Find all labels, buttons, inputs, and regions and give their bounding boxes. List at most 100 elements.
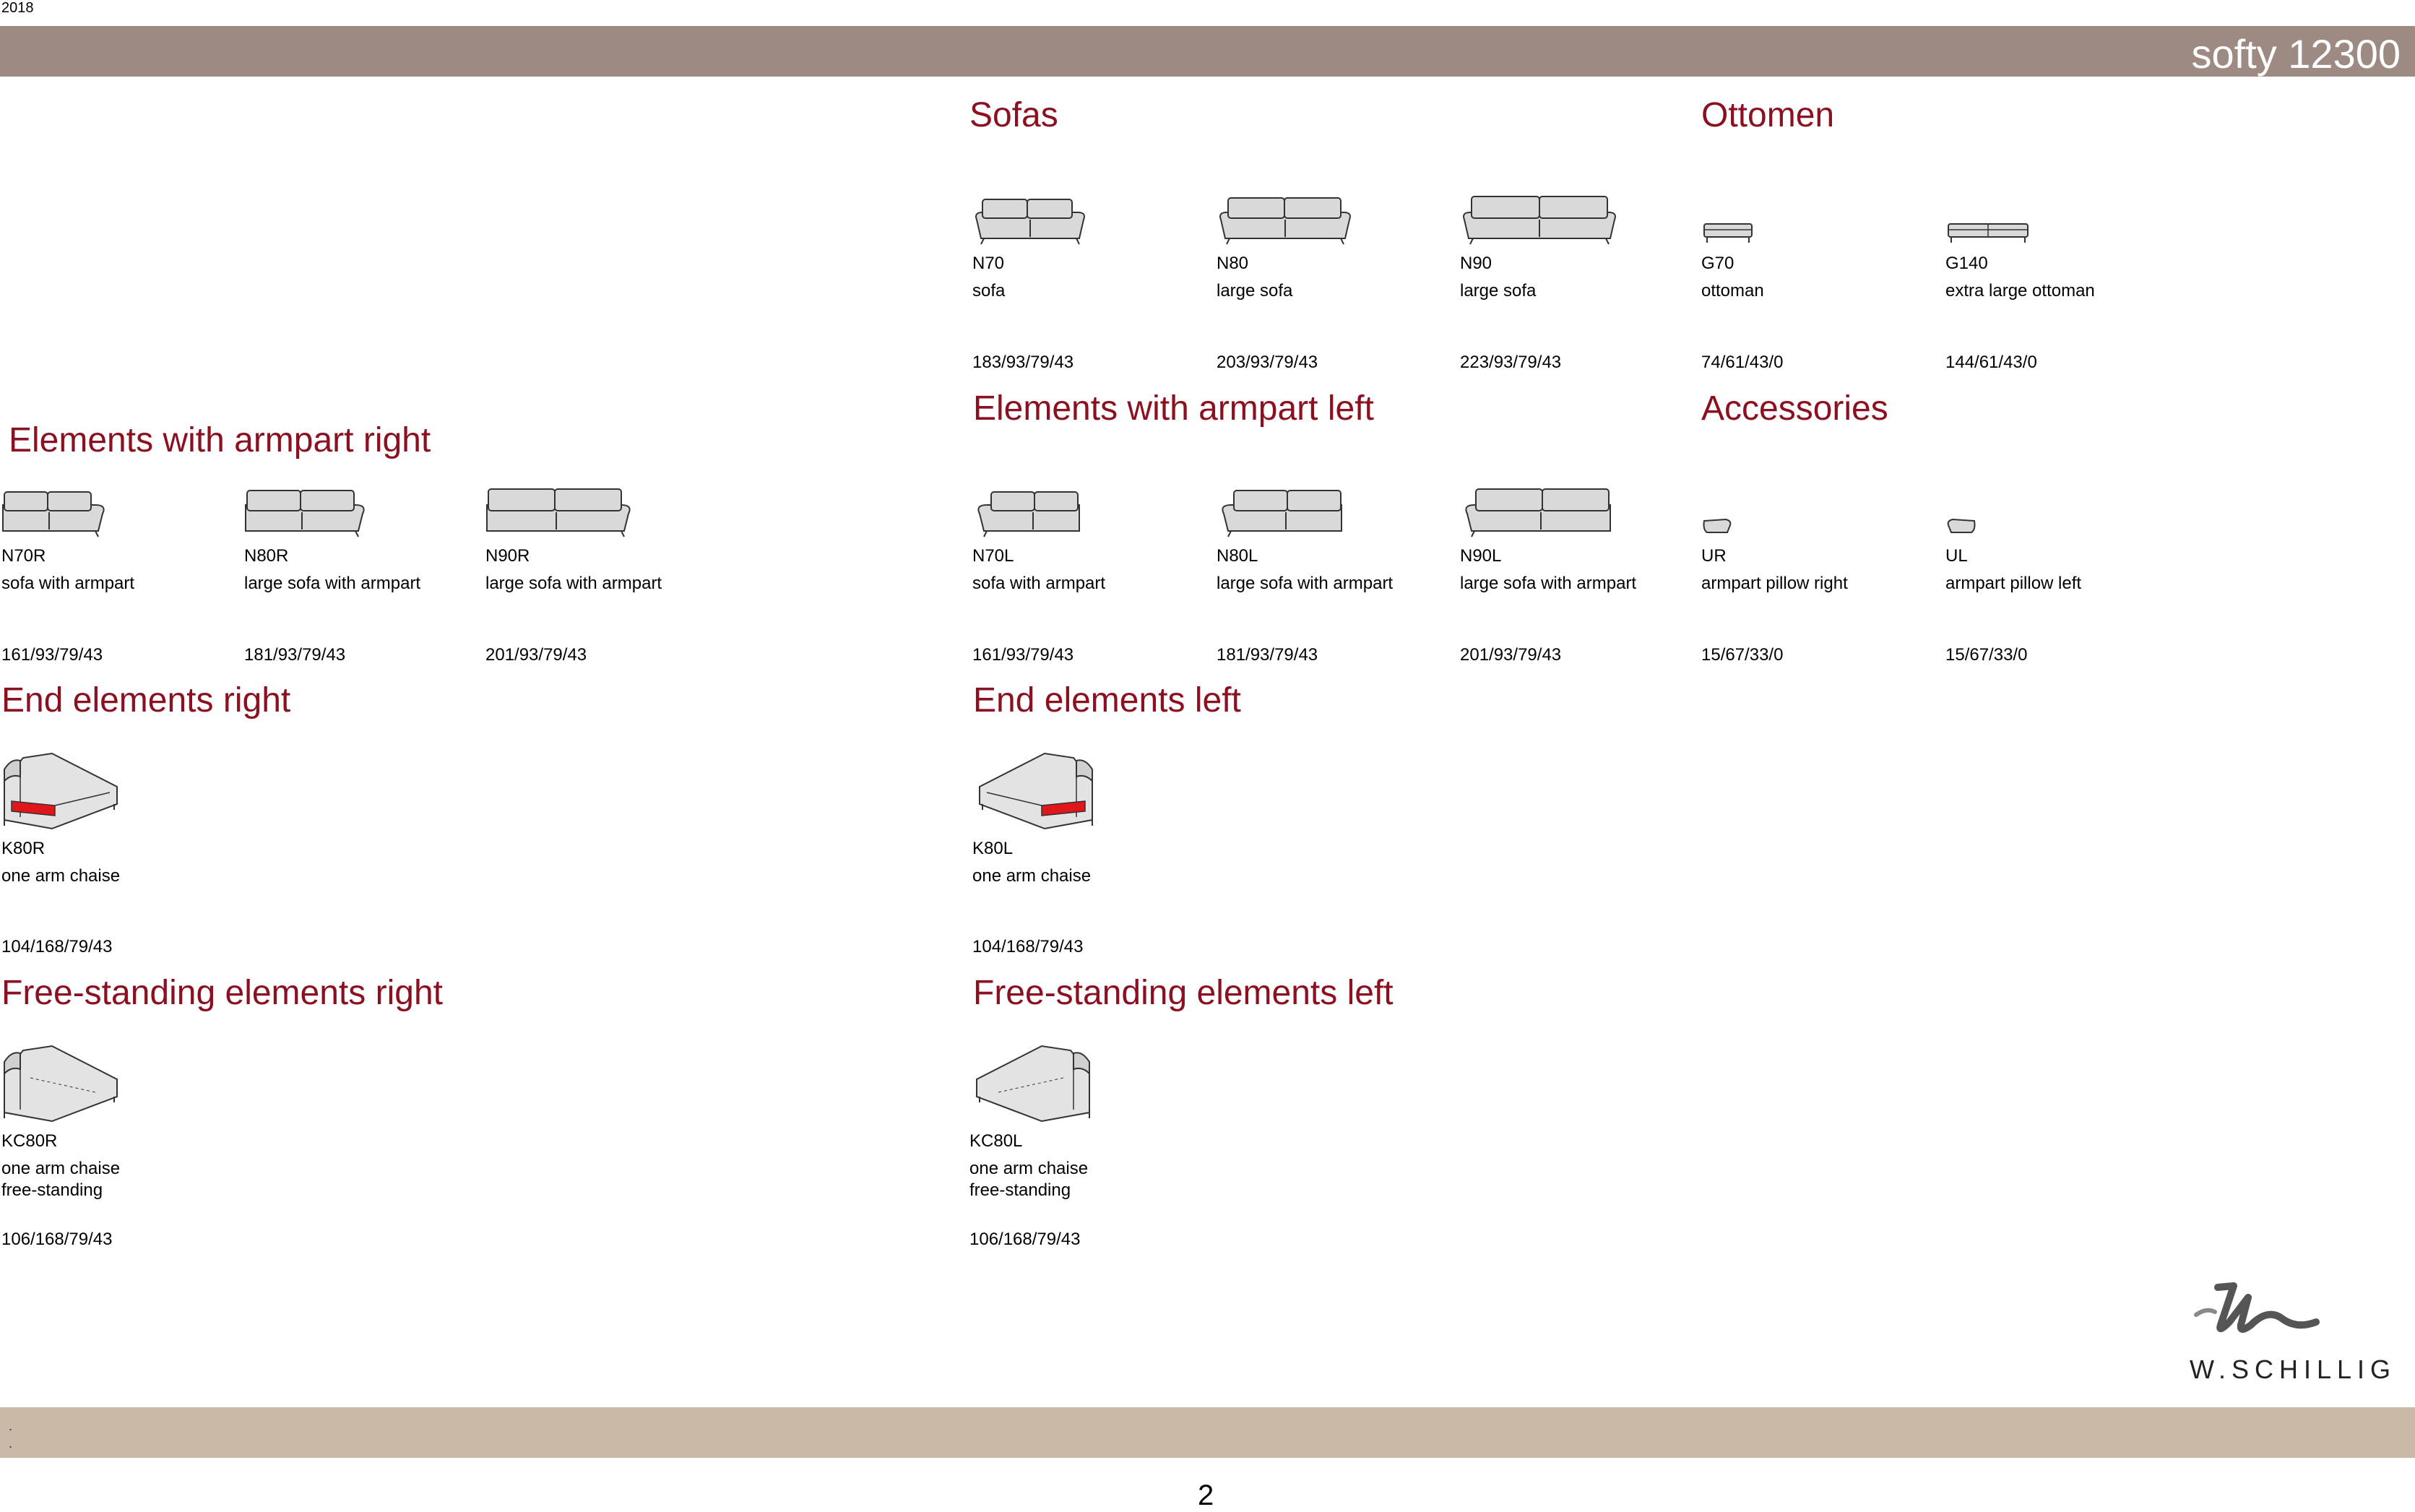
- product-code: UR: [1701, 546, 1727, 566]
- product-k80l: K80L one arm chaise 104/168/79/43: [972, 748, 1211, 956]
- product-description: armpart pillow right: [1701, 574, 1848, 593]
- sofa-n90-drawing: [1460, 181, 1698, 246]
- section-title-accessories: Accessories: [1701, 389, 1888, 428]
- document-title: softy 12300: [2191, 31, 2401, 77]
- section-title-sofas: Sofas: [969, 96, 1058, 134]
- section-title-armpart-left: Elements with armpart left: [973, 389, 1374, 428]
- product-n90l: N90L large sofa with armpart 201/93/79/4…: [1460, 473, 1698, 665]
- section-title-free-left: Free-standing elements left: [973, 974, 1394, 1012]
- section-title-free-right: Free-standing elements right: [1, 974, 443, 1012]
- chaise-kc80l-drawing: [969, 1040, 1208, 1123]
- product-dimensions: 106/168/79/43: [1, 1230, 113, 1249]
- product-code: KC80R: [1, 1131, 58, 1151]
- product-dimensions: 161/93/79/43: [1, 645, 103, 665]
- product-code: N90L: [1460, 546, 1502, 566]
- product-description: large sofa with armpart: [1460, 574, 1637, 593]
- product-n80r: N80R large sofa with armpart 181/93/79/4…: [244, 473, 483, 665]
- product-n70l: N70L sofa with armpart 161/93/79/43: [972, 473, 1211, 665]
- product-n90: N90 large sofa 223/93/79/43: [1460, 181, 1698, 372]
- brand-logo: W.SCHILLIG: [2189, 1279, 2406, 1387]
- product-code: UL: [1945, 546, 1968, 566]
- product-dimensions: 104/168/79/43: [1, 937, 113, 956]
- product-kc80r: KC80R one arm chaise free-standing 106/1…: [1, 1040, 240, 1249]
- product-description-line-2: free-standing: [969, 1180, 1071, 1200]
- product-dimensions: 74/61/43/0: [1701, 353, 1784, 372]
- chaise-k80r-drawing: [1, 748, 240, 831]
- product-code: N70R: [1, 546, 46, 566]
- brand-logo-text: W.SCHILLIG: [2190, 1355, 2397, 1384]
- footer-dot: .: [9, 1419, 13, 1433]
- product-code: N80: [1217, 254, 1249, 273]
- product-n70: N70 sofa 183/93/79/43: [972, 181, 1211, 372]
- footer-dot: .: [9, 1436, 13, 1451]
- section-title-end-left: End elements left: [973, 681, 1241, 720]
- product-code: N70: [972, 254, 1005, 273]
- product-n70r: N70R sofa with armpart 161/93/79/43: [1, 473, 240, 665]
- product-code: G140: [1945, 254, 1988, 273]
- product-description: sofa with armpart: [972, 574, 1106, 593]
- product-dimensions: 183/93/79/43: [972, 353, 1074, 372]
- chaise-kc80r-drawing: [1, 1040, 240, 1123]
- sofa-n70r-drawing: [1, 473, 240, 538]
- product-description: ottoman: [1701, 281, 1764, 301]
- product-dimensions: 181/93/79/43: [1217, 645, 1318, 665]
- product-description: one arm chaise: [969, 1159, 1089, 1178]
- sofa-n80-drawing: [1217, 181, 1455, 246]
- product-description-line-2: free-standing: [1, 1180, 103, 1200]
- product-dimensions: 161/93/79/43: [972, 645, 1074, 665]
- product-dimensions: 203/93/79/43: [1217, 353, 1318, 372]
- product-code: N90R: [485, 546, 530, 566]
- product-ur: UR armpart pillow right 15/67/33/0: [1701, 473, 1940, 665]
- product-description: one arm chaise: [972, 866, 1092, 886]
- product-ul: UL armpart pillow left 15/67/33/0: [1945, 473, 2184, 665]
- product-kc80l: KC80L one arm chaise free-standing 106/1…: [969, 1040, 1208, 1249]
- product-description: armpart pillow left: [1945, 574, 2082, 593]
- product-dimensions: 201/93/79/43: [485, 645, 587, 665]
- product-dimensions: 104/168/79/43: [972, 937, 1084, 956]
- sofa-n70-drawing: [972, 181, 1211, 246]
- product-description: one arm chaise: [1, 866, 121, 886]
- product-code: K80L: [972, 839, 1014, 858]
- product-description: one arm chaise: [1, 1159, 121, 1178]
- product-dimensions: 144/61/43/0: [1945, 353, 2037, 372]
- section-title-armpart-right: Elements with armpart right: [9, 421, 431, 459]
- product-code: KC80L: [969, 1131, 1023, 1151]
- product-description: large sofa with armpart: [485, 574, 662, 593]
- sofa-n90l-drawing: [1460, 473, 1698, 538]
- product-description: large sofa: [1217, 281, 1293, 301]
- year-label: 2018: [1, 0, 34, 16]
- product-description: sofa with armpart: [1, 574, 135, 593]
- product-description: large sofa with armpart: [1217, 574, 1394, 593]
- product-dimensions: 223/93/79/43: [1460, 353, 1562, 372]
- product-dimensions: 181/93/79/43: [244, 645, 346, 665]
- sofa-n90r-drawing: [485, 473, 724, 538]
- product-code: N70L: [972, 546, 1014, 566]
- product-dimensions: 201/93/79/43: [1460, 645, 1562, 665]
- product-dimensions: 15/67/33/0: [1701, 645, 1784, 665]
- product-n80: N80 large sofa 203/93/79/43: [1217, 181, 1455, 372]
- product-g70: G70 ottoman 74/61/43/0: [1701, 181, 1940, 372]
- pillow-ur-drawing: [1701, 473, 1940, 538]
- page-number: 2: [1198, 1479, 1214, 1511]
- ottoman-g140-drawing: [1945, 181, 2184, 246]
- product-code: G70: [1701, 254, 1734, 273]
- product-description: large sofa: [1460, 281, 1537, 301]
- brand-swoosh-icon: [2194, 1282, 2320, 1333]
- product-k80r: K80R one arm chaise 104/168/79/43: [1, 748, 240, 956]
- section-title-ottomen: Ottomen: [1701, 96, 1835, 134]
- product-code: N80L: [1217, 546, 1258, 566]
- product-description: extra large ottoman: [1945, 281, 2095, 301]
- ottoman-g70-drawing: [1701, 181, 1940, 246]
- product-description: large sofa with armpart: [244, 574, 421, 593]
- section-title-end-right: End elements right: [1, 681, 291, 720]
- product-code: N90: [1460, 254, 1492, 273]
- product-dimensions: 15/67/33/0: [1945, 645, 2028, 665]
- sofa-n80l-drawing: [1217, 473, 1455, 538]
- pillow-ul-drawing: [1945, 473, 2184, 538]
- footer-bar: . .: [0, 1407, 2415, 1458]
- chaise-k80l-drawing: [972, 748, 1211, 831]
- product-description: sofa: [972, 281, 1006, 301]
- product-code: K80R: [1, 839, 46, 858]
- product-n90r: N90R large sofa with armpart 201/93/79/4…: [485, 473, 724, 665]
- product-g140: G140 extra large ottoman 144/61/43/0: [1945, 181, 2184, 372]
